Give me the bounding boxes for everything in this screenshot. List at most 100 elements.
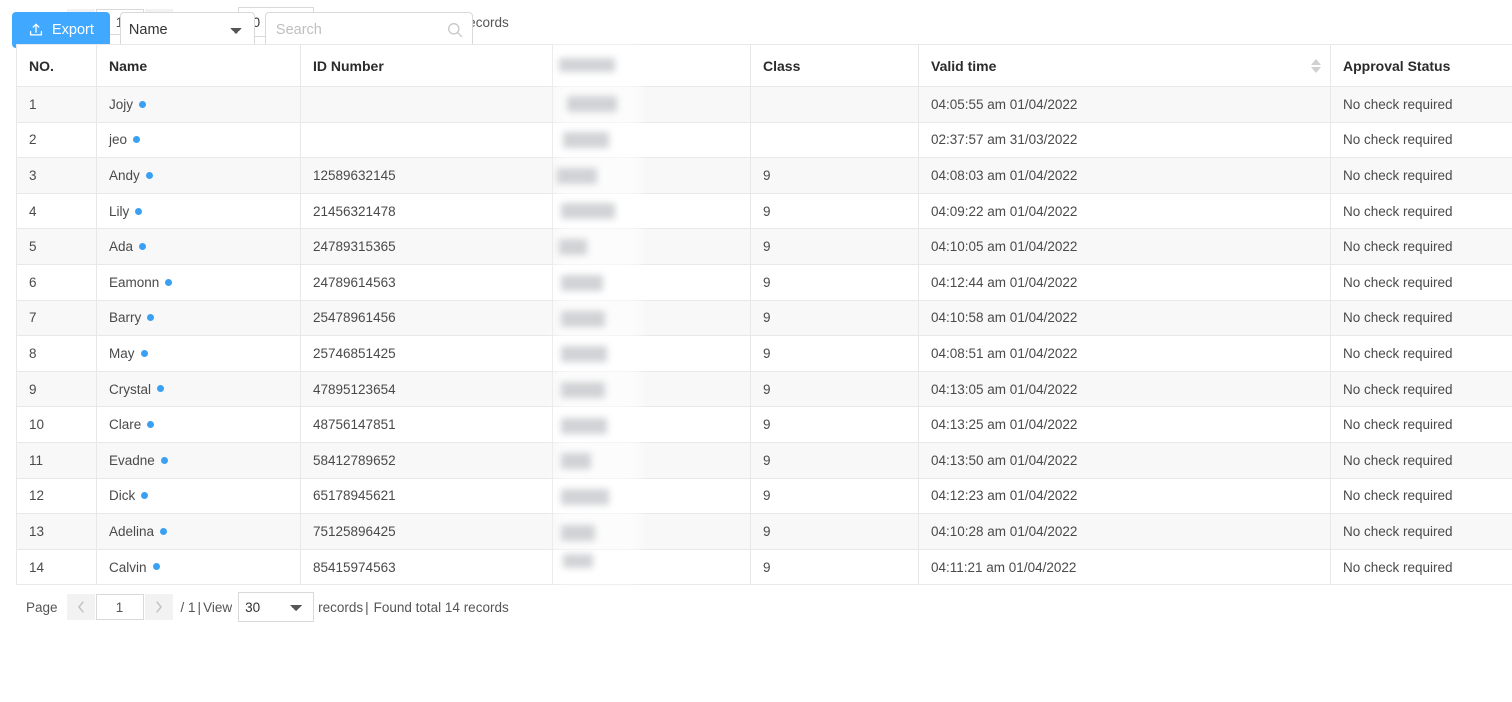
cell-no-text: 7 [29,310,37,326]
cell-class-text: 9 [763,203,771,219]
cell-name-text: Jojy [109,96,134,112]
status-dot-icon [147,421,155,429]
prev-page-button[interactable] [66,594,95,621]
table-row[interactable]: 3 Andy 12589632145 9 04:08:03 am 01/04/2022 N… [16,157,1512,194]
column-header-no[interactable]: NO. [16,44,97,87]
pager-separator-2: | [365,599,369,615]
cell-id-number: 85415974563 [300,548,553,586]
search-field-select[interactable]: Name [119,12,255,48]
table-row[interactable]: 1 Jojy 04:05:55 am 01/04/2022 No check requ… [16,86,1512,123]
cell-name: Jojy [96,86,301,123]
cell-redacted [552,406,751,443]
cell-redacted [552,121,751,159]
table-row[interactable]: 9 Crystal 47895123654 9 04:13:05 am 01/04/20… [16,370,1512,408]
status-dot-icon [141,492,149,500]
cell-id-number-text: 48756147851 [313,417,396,433]
status-dot-icon [135,207,143,215]
cell-name: Andy [96,157,301,194]
table-row[interactable]: 11 Evadne 58412789652 9 04:13:50 am 01/04/20… [16,441,1512,479]
column-header-valid-time[interactable]: Valid time [918,44,1331,87]
cell-valid-time-text: 04:11:21 am 01/04/2022 [931,559,1077,575]
search-input[interactable] [264,12,473,48]
cell-no: 5 [16,228,97,265]
cell-name-text: Ada [109,239,134,255]
status-dot-icon [157,385,165,393]
table-row[interactable]: 4 Lily 21456321478 9 04:09:22 am 01/04/2022 N… [16,192,1512,230]
sort-arrows-icon[interactable] [1311,57,1321,75]
cell-name-text: jeo [109,132,128,148]
cell-class: 9 [750,335,919,372]
column-header-id[interactable]: ID Number [300,44,553,87]
cell-id-number: 75125896425 [300,513,553,550]
cell-no-text: 5 [29,239,37,255]
table-row[interactable]: 10 Clare 48756147851 9 04:13:25 am 01/04/202… [16,406,1512,443]
cell-name-text: Lily [109,203,130,219]
next-page-button[interactable] [144,594,173,621]
cell-approval-status: No check required [1330,228,1512,265]
cell-approval-status-text: No check required [1343,132,1453,148]
cell-valid-time-text: 04:10:58 am 01/04/2022 [931,310,1078,326]
cell-no: 10 [16,406,97,443]
cell-id-number-text: 58412789652 [313,452,396,468]
column-header-name[interactable]: Name [96,44,301,87]
cell-id-number-text: 24789614563 [313,274,396,290]
cell-name: Clare [96,406,301,443]
table-row[interactable]: 12 Dick 65178945621 9 04:12:23 am 01/04/2022… [16,477,1512,515]
cell-valid-time: 04:10:58 am 01/04/2022 [918,299,1331,337]
cell-class-text: 9 [763,310,771,326]
cell-approval-status: No check required [1330,157,1512,194]
cell-class-text: 9 [763,417,771,433]
status-dot-icon [133,136,141,144]
table-row[interactable]: 8 May 25746851425 9 04:08:51 am 01/04/2022 No… [16,335,1512,372]
cell-approval-status: No check required [1330,263,1512,301]
cell-id-number-text: 24789315365 [313,239,396,255]
table-head: NO. Name ID Number Class Valid time Appr… [16,44,1512,87]
page-number-input[interactable] [95,594,144,621]
table-row[interactable]: 6 Eamonn 24789614563 9 04:12:44 am 01/04/202… [16,263,1512,301]
cell-class: 9 [750,406,919,443]
table-row[interactable]: 2 jeo 02:37:57 am 31/03/2022 No check requi… [16,121,1512,159]
table-row[interactable]: 5 Ada 24789315365 9 04:10:05 am 01/04/2022 No… [16,228,1512,265]
cell-approval-status-text: No check required [1343,417,1453,433]
cell-name: Crystal [96,370,301,408]
cell-class: 9 [750,370,919,408]
export-button[interactable]: Export [12,12,110,48]
cell-id-number-text: 12589632145 [313,167,396,183]
cell-name: Dick [96,477,301,515]
cell-approval-status-text: No check required [1343,452,1453,468]
cell-approval-status: No check required [1330,121,1512,159]
cell-redacted [552,477,751,515]
column-header-redacted[interactable] [552,44,751,87]
column-header-class[interactable]: Class [750,44,919,87]
cell-approval-status-text: No check required [1343,381,1453,397]
cell-approval-status-text: No check required [1343,239,1453,255]
cell-name: jeo [96,121,301,159]
cell-approval-status-text: No check required [1343,203,1453,219]
table-row[interactable]: 7 Barry 25478961456 9 04:10:58 am 01/04/2022… [16,299,1512,337]
table-row[interactable]: 13 Adelina 75125896425 9 04:10:28 am 01/04/2… [16,513,1512,550]
cell-id-number-text: 85415974563 [313,559,396,575]
cell-class-text: 9 [763,274,771,290]
records-label: records [318,599,364,615]
cell-valid-time-text: 04:10:28 am 01/04/2022 [931,523,1078,539]
cell-name-text: Andy [109,167,140,183]
cell-id-number-text: 75125896425 [313,523,396,539]
cell-approval-status: No check required [1330,192,1512,230]
cell-valid-time-text: 04:10:05 am 01/04/2022 [931,239,1078,255]
cell-no: 6 [16,263,97,301]
total-pages-label: / 1 [180,599,196,615]
column-header-approval-status[interactable]: Approval Status [1330,44,1512,87]
cell-valid-time-text: 04:13:25 am 01/04/2022 [931,417,1078,433]
table-row[interactable]: 14 Calvin 85415974563 9 04:11:21 am 01/04/20… [16,548,1512,586]
cell-name-text: Barry [109,310,142,326]
cell-valid-time-text: 04:05:55 am 01/04/2022 [931,96,1078,112]
cell-class: 9 [750,441,919,479]
cell-name: May [96,335,301,372]
cell-redacted [552,86,751,123]
cell-no-text: 4 [29,203,37,219]
page-size-select[interactable]: 30 [238,592,315,623]
cell-redacted [552,548,751,586]
cell-valid-time: 04:13:05 am 01/04/2022 [918,370,1331,408]
cell-class-text: 9 [763,488,771,504]
cell-class [750,121,919,159]
